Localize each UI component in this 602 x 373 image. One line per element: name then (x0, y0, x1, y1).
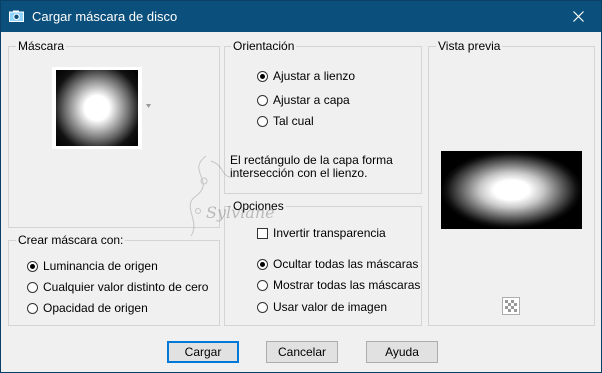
radio-luminancia-label: Luminancia de origen (43, 259, 158, 273)
radio-ocultar-mascaras[interactable]: Ocultar todas las máscaras (257, 256, 418, 272)
close-button[interactable] (555, 1, 601, 32)
cancelar-button[interactable]: Cancelar (266, 341, 338, 363)
radio-ocultar-indicator (257, 258, 268, 270)
orientation-group-label: Orientación (231, 39, 297, 53)
radio-ajustar-lienzo-label: Ajustar a lienzo (273, 69, 356, 83)
window-title: Cargar máscara de disco (32, 9, 178, 24)
watermark-text: Sylviane (206, 203, 275, 222)
mask-group-label: Máscara (16, 39, 67, 53)
radio-ajustar-lienzo-indicator (257, 70, 268, 82)
radio-usar-valor-indicator (257, 301, 268, 313)
radio-mostrar-indicator (257, 279, 268, 291)
radio-ajustar-capa-indicator (257, 94, 268, 106)
radio-tal-cual-indicator (257, 115, 268, 127)
camera-icon (9, 10, 24, 22)
transparency-toggle-button[interactable] (502, 297, 520, 315)
radio-luminancia[interactable]: Luminancia de origen (27, 258, 158, 274)
radio-opacidad-indicator (27, 302, 38, 314)
radio-cualquier-valor-indicator (27, 281, 38, 293)
radio-ocultar-label: Ocultar todas las máscaras (273, 257, 419, 271)
create-mask-group-label: Crear máscara con: (16, 233, 126, 247)
cargar-button[interactable]: Cargar (167, 341, 239, 363)
radio-usar-valor-imagen[interactable]: Usar valor de imagen (257, 299, 387, 315)
dialog-window: Cargar máscara de disco Máscara Crear má… (0, 0, 602, 373)
radio-ajustar-capa-label: Ajustar a capa (273, 93, 350, 107)
radio-mostrar-label: Mostrar todas las máscaras (273, 278, 421, 292)
radio-tal-cual[interactable]: Tal cual (257, 113, 314, 129)
checkerboard-icon (503, 298, 519, 314)
radio-cualquier-valor[interactable]: Cualquier valor distinto de cero (27, 279, 208, 295)
preview-image (441, 151, 582, 229)
radio-cualquier-valor-label: Cualquier valor distinto de cero (43, 280, 209, 294)
checkbox-invertir-label: Invertir transparencia (273, 226, 386, 240)
watermark-signature: Sylviane (176, 151, 286, 241)
close-icon (572, 11, 584, 22)
mask-thumbnail[interactable] (52, 67, 142, 149)
title-bar: Cargar máscara de disco (1, 1, 601, 32)
ayuda-button[interactable]: Ayuda (366, 341, 438, 363)
radio-opacidad-label: Opacidad de origen (43, 301, 148, 315)
radio-tal-cual-label: Tal cual (273, 114, 314, 128)
radio-mostrar-mascaras[interactable]: Mostrar todas las máscaras (257, 277, 420, 293)
mask-thumbnail-image (56, 70, 138, 146)
radio-ajustar-lienzo[interactable]: Ajustar a lienzo (257, 68, 355, 84)
preview-group-label: Vista previa (436, 39, 503, 53)
radio-ajustar-capa[interactable]: Ajustar a capa (257, 92, 350, 108)
watermark-flourish (189, 155, 237, 237)
radio-luminancia-indicator (27, 260, 38, 272)
radio-usar-valor-label: Usar valor de imagen (273, 300, 388, 314)
radio-opacidad[interactable]: Opacidad de origen (27, 300, 148, 316)
resize-marker-icon (146, 104, 151, 108)
